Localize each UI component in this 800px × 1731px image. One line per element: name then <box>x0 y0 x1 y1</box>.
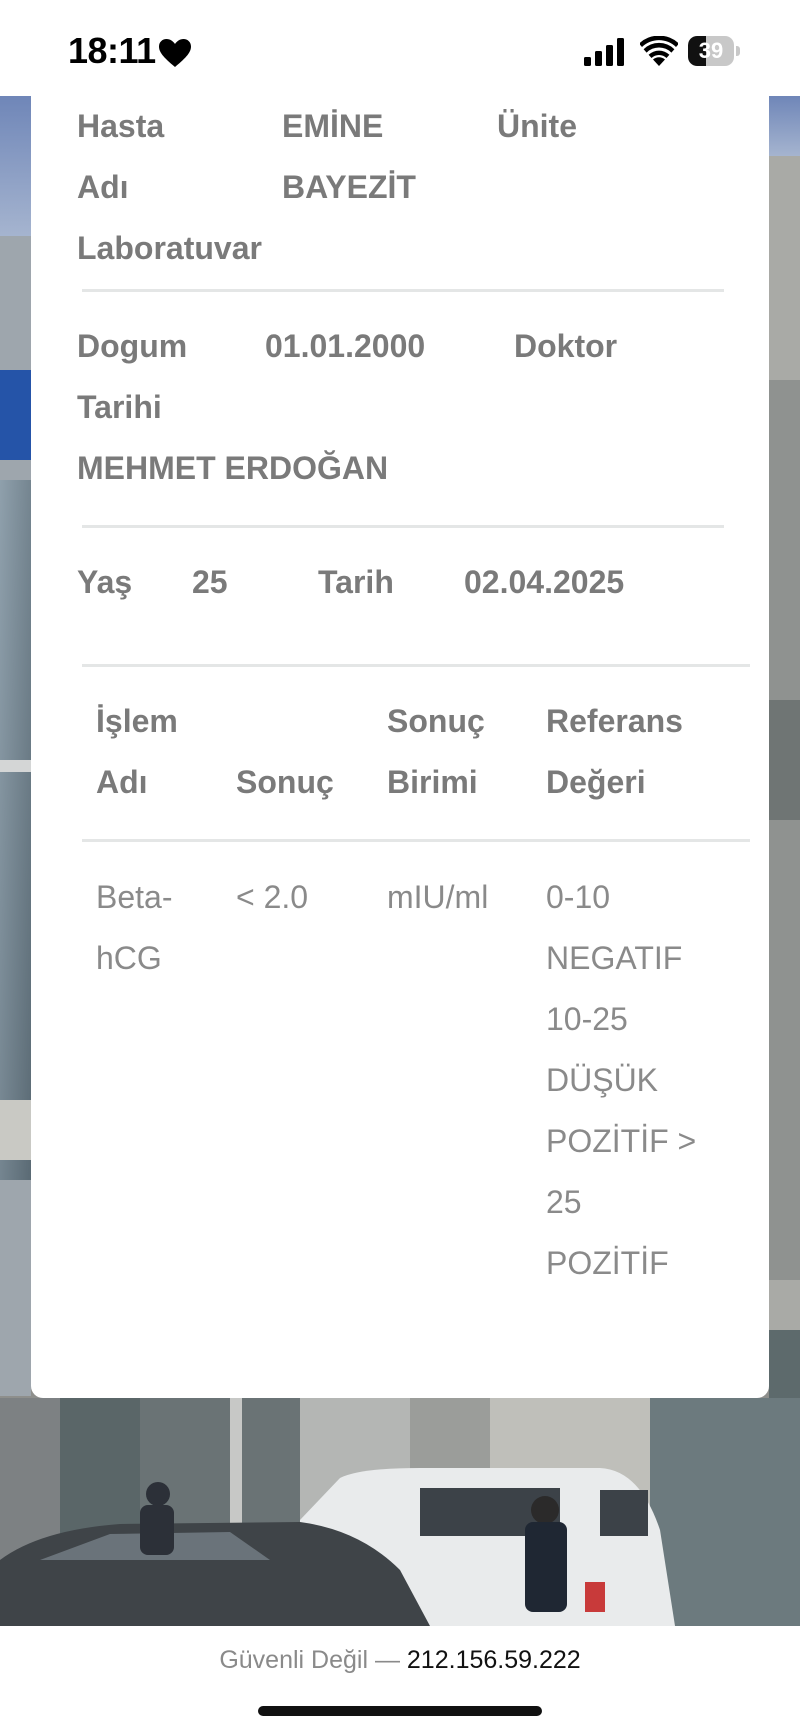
patient-name-label: Hasta Adı <box>77 108 165 205</box>
security-warning: Güvenli Değil — <box>219 1646 400 1674</box>
url-address: 212.156.59.222 <box>406 1646 581 1674</box>
age-value: 25 <box>192 564 228 600</box>
browser-bottom-bar: Güvenli Değil — 212.156.59.222 <box>0 1626 800 1731</box>
header-result: Sonuç <box>236 764 334 800</box>
header-reference-value: Referans Değeri <box>546 703 683 800</box>
cellular-signal-icon <box>584 38 624 66</box>
header-procedure-name: İşlem Adı <box>96 703 178 800</box>
doctor-value: MEHMET ERDOĞAN <box>77 450 389 486</box>
cell-unit: mIU/ml <box>387 879 489 915</box>
age-label: Yaş <box>77 564 133 600</box>
birth-date-label: Dogum Tarihi <box>77 328 188 425</box>
date-value: 02.04.2025 <box>464 564 625 600</box>
table-top-divider <box>82 664 750 667</box>
birth-date-value: 01.01.2000 <box>265 328 426 364</box>
lab-result-card: Hasta Adı EMİNE BAYEZİT Ünite Laboratuva… <box>31 96 769 1398</box>
address-bar[interactable]: Güvenli Değil — 212.156.59.222 <box>0 1646 800 1675</box>
heart-icon <box>159 39 191 67</box>
battery-icon: 39 <box>688 36 740 66</box>
header-result-unit: Sonuç Birimi <box>387 703 485 800</box>
cell-procedure-name: Beta- hCG <box>96 879 173 976</box>
unit-value: Laboratuvar <box>77 230 262 266</box>
cell-result: < 2.0 <box>236 879 309 915</box>
table-header-divider <box>82 839 750 842</box>
wifi-icon <box>640 36 678 66</box>
status-time: 18:11 <box>68 30 156 71</box>
status-bar: 18:11 39 <box>0 0 800 96</box>
doctor-label: Doktor <box>514 328 618 364</box>
unit-label: Ünite <box>497 108 577 144</box>
divider <box>82 525 724 528</box>
battery-percent: 39 <box>698 38 724 63</box>
divider <box>82 289 724 292</box>
cell-reference-value: 0-10 NEGATIF 10-25 DÜŞÜK POZİTİF > 25 PO… <box>546 879 697 1281</box>
home-indicator[interactable] <box>258 1706 542 1716</box>
date-label: Tarih <box>318 564 394 600</box>
patient-name-value: EMİNE BAYEZİT <box>282 108 416 205</box>
